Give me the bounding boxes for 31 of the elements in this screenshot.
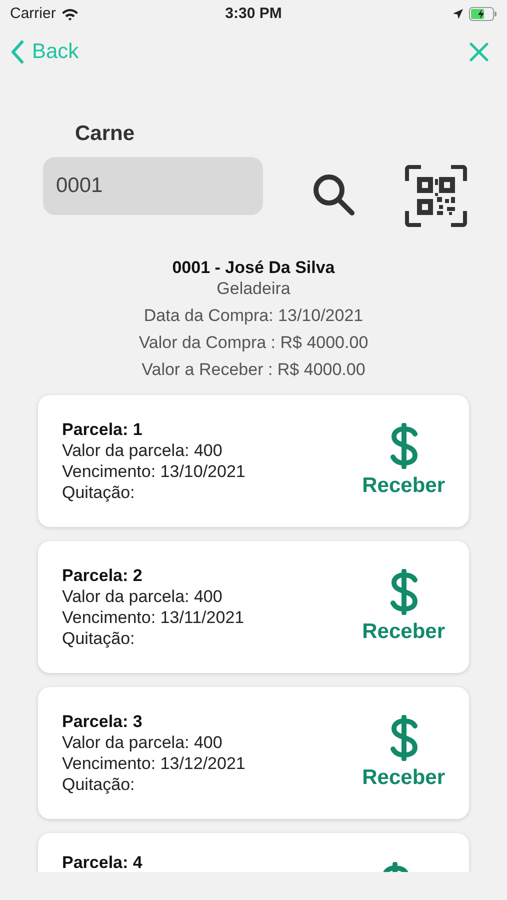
receive-button[interactable]: Receber	[362, 619, 445, 645]
installment-detail: Quitação:	[62, 628, 136, 649]
customer-title: 0001 - José Da Silva	[172, 257, 335, 278]
product-name: Geladeira	[216, 278, 290, 299]
chevron-left-icon	[10, 40, 24, 64]
installment-detail: Valor da parcela: 400	[62, 440, 224, 461]
installment-title: Parcela: 3	[62, 711, 144, 732]
installment-title: Parcela: 1	[62, 419, 144, 440]
installment-detail: Vencimento: 13/11/2021	[62, 607, 244, 628]
wifi-icon	[60, 8, 79, 20]
summary-line: Data da Compra: 13/10/2021	[144, 305, 364, 326]
installment-detail: Vencimento: 13/12/2021	[62, 753, 246, 774]
installment-title: Parcela: 4	[62, 852, 142, 872]
status-time: 3:30 PM	[225, 4, 282, 24]
battery-icon	[468, 7, 497, 21]
summary-line: Valor da Compra : R$ 4000.00	[138, 332, 368, 353]
search-icon[interactable]	[311, 172, 357, 218]
summary-line: Valor a Receber : R$ 4000.00	[142, 359, 366, 380]
receive-button[interactable]: Receber	[362, 765, 445, 791]
installment-title: Parcela: 2	[62, 565, 144, 586]
receive-button[interactable]: Receber	[362, 473, 445, 499]
installment-detail: Quitação:	[62, 482, 136, 503]
carne-input-field[interactable]: 0001	[43, 157, 263, 215]
installment-detail: Quitação:	[62, 774, 136, 795]
qr-code-icon[interactable]	[405, 165, 467, 227]
installment-detail: Valor da parcela: 400	[62, 586, 224, 607]
location-arrow-icon	[452, 8, 464, 20]
field-label: Carne	[75, 121, 136, 147]
installment-detail: Valor da parcela: 400	[62, 732, 224, 753]
installment-detail: Vencimento: 13/10/2021	[62, 461, 246, 482]
carrier-label: Carrier	[10, 4, 56, 24]
